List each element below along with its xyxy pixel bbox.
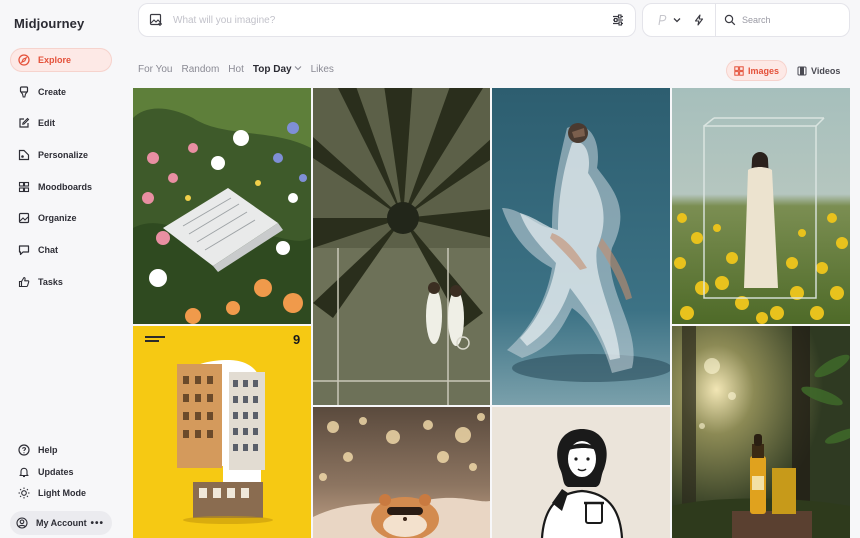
sidebar-item-label: Updates <box>38 466 74 477</box>
tab-images-label: Images <box>748 65 780 76</box>
bell-icon <box>18 466 30 478</box>
filter-random[interactable]: Random <box>181 64 219 75</box>
sidebar-item-label: Edit <box>38 118 55 129</box>
search-input[interactable] <box>742 15 842 25</box>
film-icon <box>797 66 807 76</box>
personalize-icon <box>18 149 30 161</box>
sidebar-bottom: Help Updates Light Mode <box>10 441 114 506</box>
filter-hot[interactable]: Hot <box>228 64 244 75</box>
filter-likes[interactable]: Likes <box>311 64 334 75</box>
prompt-input[interactable] <box>173 14 611 26</box>
poster-number: 9 <box>293 332 300 347</box>
settings-sliders-icon[interactable] <box>611 13 625 27</box>
sidebar-item-explore[interactable]: Explore <box>10 48 112 72</box>
compass-icon <box>18 54 30 66</box>
filter-top-day-label: Top Day <box>252 64 292 75</box>
app-root: Midjourney Explore Create Edit Personali… <box>0 0 860 538</box>
sun-icon <box>18 487 30 499</box>
lightning-icon[interactable] <box>693 14 705 26</box>
sidebar-item-organize[interactable]: Organize <box>10 206 112 230</box>
sidebar-item-label: Tasks <box>38 276 63 287</box>
sidebar-item-label: Organize <box>38 213 77 224</box>
sidebar-item-label: Chat <box>38 245 58 256</box>
images-grid-icon <box>734 65 744 76</box>
sidebar-item-updates[interactable]: Updates <box>10 463 114 481</box>
help-icon <box>18 444 30 456</box>
filter-top-day[interactable]: Top Day <box>253 64 302 75</box>
moodboards-icon <box>18 181 30 193</box>
sidebar: Midjourney Explore Create Edit Personali… <box>0 0 124 538</box>
more-options-icon[interactable]: ••• <box>90 518 104 529</box>
brand-logo[interactable]: Midjourney <box>14 16 84 31</box>
sidebar-item-label: Personalize <box>38 150 89 161</box>
chevron-down-icon <box>294 64 302 75</box>
organize-icon <box>18 212 30 224</box>
gallery-image-yellow-poster[interactable]: 9 <box>133 326 311 538</box>
sidebar-nav: Explore Create Edit Personalize Moodboar… <box>10 48 112 302</box>
tab-videos[interactable]: Videos <box>789 60 848 81</box>
sidebar-item-personalize[interactable]: Personalize <box>10 143 112 167</box>
user-avatar-icon <box>16 517 28 529</box>
gallery-image-glass-box-woman[interactable] <box>672 88 850 324</box>
media-type-tabs: Images Videos <box>726 60 848 81</box>
sidebar-item-label: Create <box>38 86 67 97</box>
gallery-image-bokeh-hamster[interactable] <box>313 407 490 538</box>
feed-filters: For You Random Hot Top Day Likes <box>138 64 343 75</box>
thumbs-up-icon <box>18 276 30 288</box>
personalization-p-icon[interactable] <box>655 13 669 27</box>
gallery-image-garden-flowers[interactable] <box>133 88 311 324</box>
sidebar-item-label: Moodboards <box>38 181 92 192</box>
chevron-down-icon[interactable] <box>673 16 681 24</box>
chat-icon <box>18 244 30 256</box>
sidebar-item-moodboards[interactable]: Moodboards <box>10 175 112 199</box>
sidebar-item-label: Light Mode <box>38 488 86 499</box>
sidebar-item-edit[interactable]: Edit <box>10 111 112 135</box>
toolbar-right <box>642 3 850 37</box>
add-image-icon[interactable] <box>149 13 163 27</box>
brush-icon <box>18 86 30 98</box>
search-icon <box>724 14 736 26</box>
edit-icon <box>18 117 30 129</box>
account-button[interactable]: My Account ••• <box>10 511 112 535</box>
sidebar-item-tasks[interactable]: Tasks <box>10 270 112 294</box>
gallery-image-motion-dancer[interactable] <box>492 88 670 405</box>
sidebar-item-create[interactable]: Create <box>10 80 112 104</box>
gallery-image-palm-tennis-court[interactable] <box>313 88 490 405</box>
tab-videos-label: Videos <box>811 65 841 76</box>
gallery-image-line-art-girl[interactable] <box>492 407 670 538</box>
prompt-bar <box>138 3 636 37</box>
sidebar-item-label: Help <box>38 445 58 455</box>
account-label: My Account <box>36 518 87 528</box>
sidebar-item-light-mode[interactable]: Light Mode <box>10 484 114 502</box>
filter-for-you[interactable]: For You <box>138 64 172 75</box>
sidebar-item-chat[interactable]: Chat <box>10 238 112 262</box>
sidebar-item-help[interactable]: Help <box>10 441 114 459</box>
toolbar-divider <box>715 4 716 36</box>
gallery-image-forest-serum[interactable] <box>672 326 850 538</box>
sidebar-item-label: Explore <box>38 55 72 65</box>
tab-images[interactable]: Images <box>726 60 788 81</box>
